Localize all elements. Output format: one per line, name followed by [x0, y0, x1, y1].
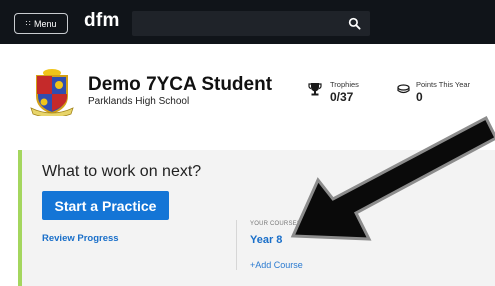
school-crest-icon	[30, 69, 74, 116]
points-coin-icon	[397, 84, 410, 94]
your-courses-label: YOUR COURSES	[250, 221, 302, 227]
search-icon[interactable]	[348, 17, 361, 30]
trophies-label: Trophies	[330, 80, 359, 89]
points-value: 0	[416, 90, 423, 104]
grip-dots-icon: ∷	[25, 19, 32, 28]
review-progress-link[interactable]: Review Progress	[42, 233, 119, 244]
school-name: Parklands High School	[88, 96, 190, 107]
dfm-logo[interactable]: dfm	[84, 10, 120, 32]
course-year-8-link[interactable]: Year 8	[250, 234, 282, 246]
menu-button[interactable]: ∷ Menu	[14, 13, 68, 34]
trophy-icon	[308, 83, 322, 96]
trophies-stat: Trophies 0/37	[330, 80, 359, 104]
student-name: Demo 7YCA Student	[88, 74, 273, 95]
courses-divider	[236, 220, 237, 270]
menu-button-label: Menu	[34, 18, 57, 29]
top-nav-bar: ∷ Menu dfm	[0, 0, 495, 44]
search-input[interactable]	[138, 14, 338, 33]
search-box[interactable]	[132, 11, 370, 36]
trophies-value: 0/37	[330, 90, 354, 104]
points-label: Points This Year	[416, 80, 471, 89]
card-title: What to work on next?	[42, 163, 202, 180]
add-course-link[interactable]: +Add Course	[250, 260, 303, 270]
start-practice-button[interactable]: Start a Practice	[42, 191, 169, 220]
points-stat: Points This Year 0	[416, 80, 470, 104]
